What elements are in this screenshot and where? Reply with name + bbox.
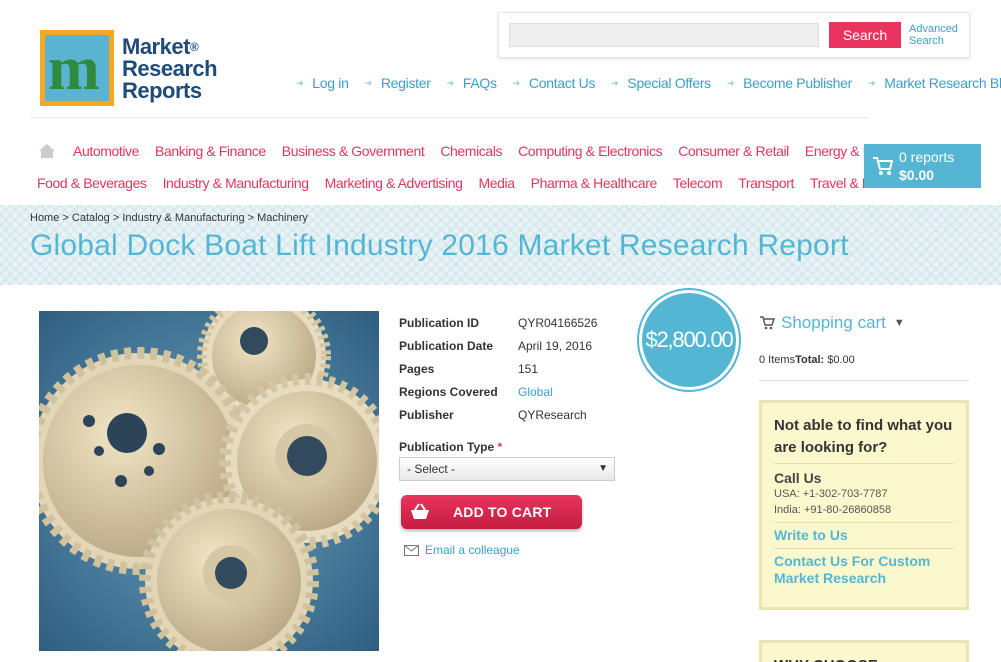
- search-button[interactable]: Search: [829, 22, 901, 48]
- category-food-beverages[interactable]: Food & Beverages: [37, 175, 147, 191]
- publication-type-select[interactable]: - Select - ▼: [399, 457, 615, 481]
- cart-summary: 0 ItemsTotal: $0.00: [759, 354, 855, 366]
- arrow-icon: ➜: [446, 77, 455, 88]
- site-logo[interactable]: m Market® Research Reports: [40, 30, 218, 106]
- cart-total-label: Total:: [795, 354, 825, 366]
- category-consumer-retail[interactable]: Consumer & Retail: [678, 143, 789, 159]
- detail-row-regions: Regions Covered Global: [399, 380, 597, 403]
- email-colleague-link[interactable]: Email a colleague: [404, 543, 520, 557]
- header-cart-button[interactable]: 0 reports $0.00: [864, 144, 981, 188]
- detail-label: Publication ID: [399, 315, 480, 330]
- category-computing-electronics[interactable]: Computing & Electronics: [518, 143, 662, 159]
- phone-india: India: +91-80-26860858: [774, 504, 892, 516]
- add-to-cart-label: ADD TO CART: [453, 504, 552, 520]
- divider: [774, 522, 954, 523]
- title-banner: Home > Catalog > Industry & Manufacturin…: [0, 205, 1001, 285]
- breadcrumb[interactable]: Home > Catalog > Industry & Manufacturin…: [30, 212, 308, 224]
- why-choose-box: WHY CHOOSE: [759, 640, 969, 662]
- basket-icon: [401, 495, 439, 529]
- detail-row-publication-date: Publication Date April 19, 2016: [399, 334, 597, 357]
- page: m Market® Research Reports Search Advanc…: [0, 0, 1001, 662]
- cart-total: $0.00: [899, 167, 935, 183]
- price-badge: $2,800.00: [639, 290, 739, 390]
- detail-value: QYResearch: [518, 407, 587, 422]
- detail-row-pages: Pages 151: [399, 357, 597, 380]
- detail-label: Publication Date: [399, 338, 494, 353]
- contact-custom-research-link[interactable]: Contact Us For Custom Market Research: [774, 553, 954, 587]
- arrow-icon: ➜: [726, 77, 735, 88]
- category-marketing-advertising[interactable]: Marketing & Advertising: [325, 175, 463, 191]
- detail-value: April 19, 2016: [518, 338, 593, 353]
- search-input[interactable]: [509, 23, 819, 47]
- select-value: - Select -: [407, 462, 456, 476]
- contact-us-link[interactable]: ➜ Contact Us: [513, 75, 596, 91]
- category-nav-row-2: Food & Beverages Industry & Manufacturin…: [37, 175, 921, 191]
- blog-link[interactable]: ➜Market Research Blog: [868, 75, 1001, 91]
- register-link[interactable]: ➜ Register: [365, 75, 431, 91]
- category-chemicals[interactable]: Chemicals: [440, 143, 502, 159]
- category-media[interactable]: Media: [478, 175, 515, 191]
- logo-mark: m: [40, 30, 114, 106]
- call-us-heading: Call Us: [774, 470, 822, 486]
- publication-type-label: Publication Type *: [399, 440, 503, 454]
- detail-row-publication-id: Publication ID QYR04166526: [399, 311, 597, 334]
- top-links: ➜ Log in ➜ Register ➜ FAQs ➜ Contact Us ➜ Spe…: [296, 75, 1001, 91]
- shopping-cart-toggle[interactable]: Shopping cart ▼: [759, 313, 905, 333]
- product-image: [39, 311, 379, 651]
- detail-value: QYR04166526: [518, 315, 598, 330]
- detail-label: Regions Covered: [399, 384, 498, 399]
- help-title: Not able to find what you are looking fo…: [774, 417, 953, 456]
- home-icon[interactable]: [38, 143, 56, 159]
- detail-value: 151: [518, 361, 539, 376]
- write-to-us-link[interactable]: Write to Us: [774, 527, 954, 544]
- logo-line-2: Research: [122, 56, 218, 81]
- cart-icon: [760, 316, 775, 330]
- login-link[interactable]: ➜ Log in: [296, 75, 349, 91]
- category-industry-manufacturing[interactable]: Industry & Manufacturing: [163, 175, 309, 191]
- detail-label: Pages: [399, 361, 435, 376]
- cart-items: 0 Items: [759, 354, 796, 366]
- detail-label: Publisher: [399, 407, 454, 422]
- dropdown-caret-icon: ▼: [598, 463, 608, 474]
- product-details: Publication ID QYR04166526 Publication D…: [399, 311, 597, 426]
- gears-image: [39, 311, 379, 651]
- page-title: Global Dock Boat Lift Industry 2016 Mark…: [30, 229, 849, 262]
- divider: [774, 548, 954, 549]
- add-to-cart-button[interactable]: ADD TO CART: [401, 495, 582, 529]
- sidebar-divider: [759, 380, 969, 381]
- category-banking-finance[interactable]: Banking & Finance: [155, 143, 266, 159]
- cart-count: 0 reports: [899, 149, 955, 165]
- required-mark: *: [497, 440, 503, 454]
- advanced-search-link[interactable]: Advanced Search: [909, 23, 965, 47]
- special-offers-link[interactable]: ➜ Special Offers: [611, 75, 711, 91]
- cart-total-value: $0.00: [827, 354, 855, 366]
- arrow-icon: ➜: [512, 77, 521, 88]
- header-divider: [30, 117, 868, 118]
- envelope-icon: [404, 544, 419, 556]
- logo-wordmark: Market® Research Reports: [122, 36, 218, 103]
- detail-row-publisher: Publisher QYResearch: [399, 403, 597, 426]
- category-business-government[interactable]: Business & Government: [282, 143, 425, 159]
- faqs-link[interactable]: ➜ FAQs: [447, 75, 497, 91]
- chevron-down-icon: ▼: [893, 317, 905, 329]
- search-bar: Search Advanced Search: [498, 12, 970, 58]
- arrow-icon: ➜: [296, 77, 304, 88]
- category-telecom[interactable]: Telecom: [673, 175, 723, 191]
- logo-letter: m: [48, 35, 100, 103]
- category-pharma-healthcare[interactable]: Pharma & Healthcare: [531, 175, 658, 191]
- help-box: Not able to find what you are looking fo…: [759, 400, 969, 610]
- category-automotive[interactable]: Automotive: [73, 143, 139, 159]
- registered-mark: ®: [189, 40, 199, 54]
- arrow-icon: ➜: [611, 77, 619, 88]
- cart-icon: [873, 157, 894, 175]
- arrow-icon: ➜: [867, 77, 876, 88]
- region-link[interactable]: Global: [518, 385, 553, 399]
- logo-line-3: Reports: [122, 78, 202, 103]
- divider: [774, 463, 954, 464]
- phone-usa: USA: +1-302-703-7787: [774, 488, 888, 500]
- arrow-icon: ➜: [364, 77, 373, 88]
- category-nav-row-1: Automotive Banking & Finance Business & …: [73, 143, 920, 159]
- become-publisher-link[interactable]: ➜ Become Publisher: [727, 75, 852, 91]
- category-transport[interactable]: Transport: [738, 175, 794, 191]
